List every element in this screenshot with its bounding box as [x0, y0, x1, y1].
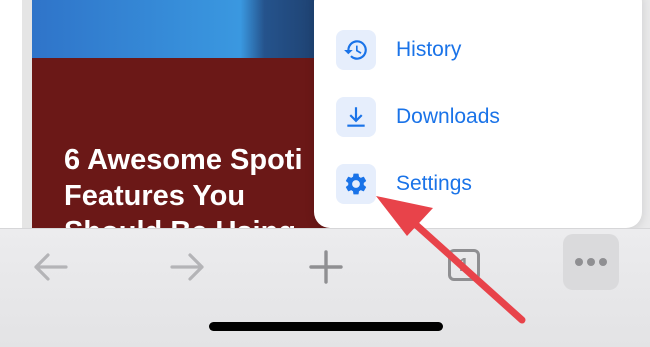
menu-item-label: Settings — [396, 172, 472, 195]
menu-item-downloads[interactable]: Downloads — [336, 95, 636, 139]
menu-item-label: Downloads — [396, 105, 500, 128]
menu-item-settings[interactable]: Settings — [336, 162, 636, 206]
card-edge — [22, 0, 32, 228]
menu-item-history[interactable]: History — [336, 28, 636, 72]
more-dots-icon — [575, 258, 607, 266]
menu-item-label: History — [396, 38, 462, 61]
back-arrow-icon — [34, 253, 68, 281]
new-tab-button[interactable] — [304, 241, 348, 293]
article-card[interactable]: 6 Awesome Spoti Features You Should Be U… — [0, 0, 330, 248]
plus-icon — [309, 250, 343, 284]
gear-icon — [336, 164, 376, 204]
download-icon — [336, 97, 376, 137]
forward-arrow-icon — [170, 253, 204, 281]
phone-screen: 6 Awesome Spoti Features You Should Be U… — [0, 0, 650, 347]
back-button[interactable] — [28, 241, 72, 293]
forward-button[interactable] — [166, 241, 210, 293]
history-icon — [336, 30, 376, 70]
overflow-menu: History Downloads Settings — [314, 0, 642, 228]
tab-switcher-button[interactable]: 1 — [448, 249, 480, 281]
article-thumbnail — [32, 0, 330, 58]
home-indicator[interactable] — [209, 322, 443, 331]
more-button[interactable] — [563, 234, 619, 290]
